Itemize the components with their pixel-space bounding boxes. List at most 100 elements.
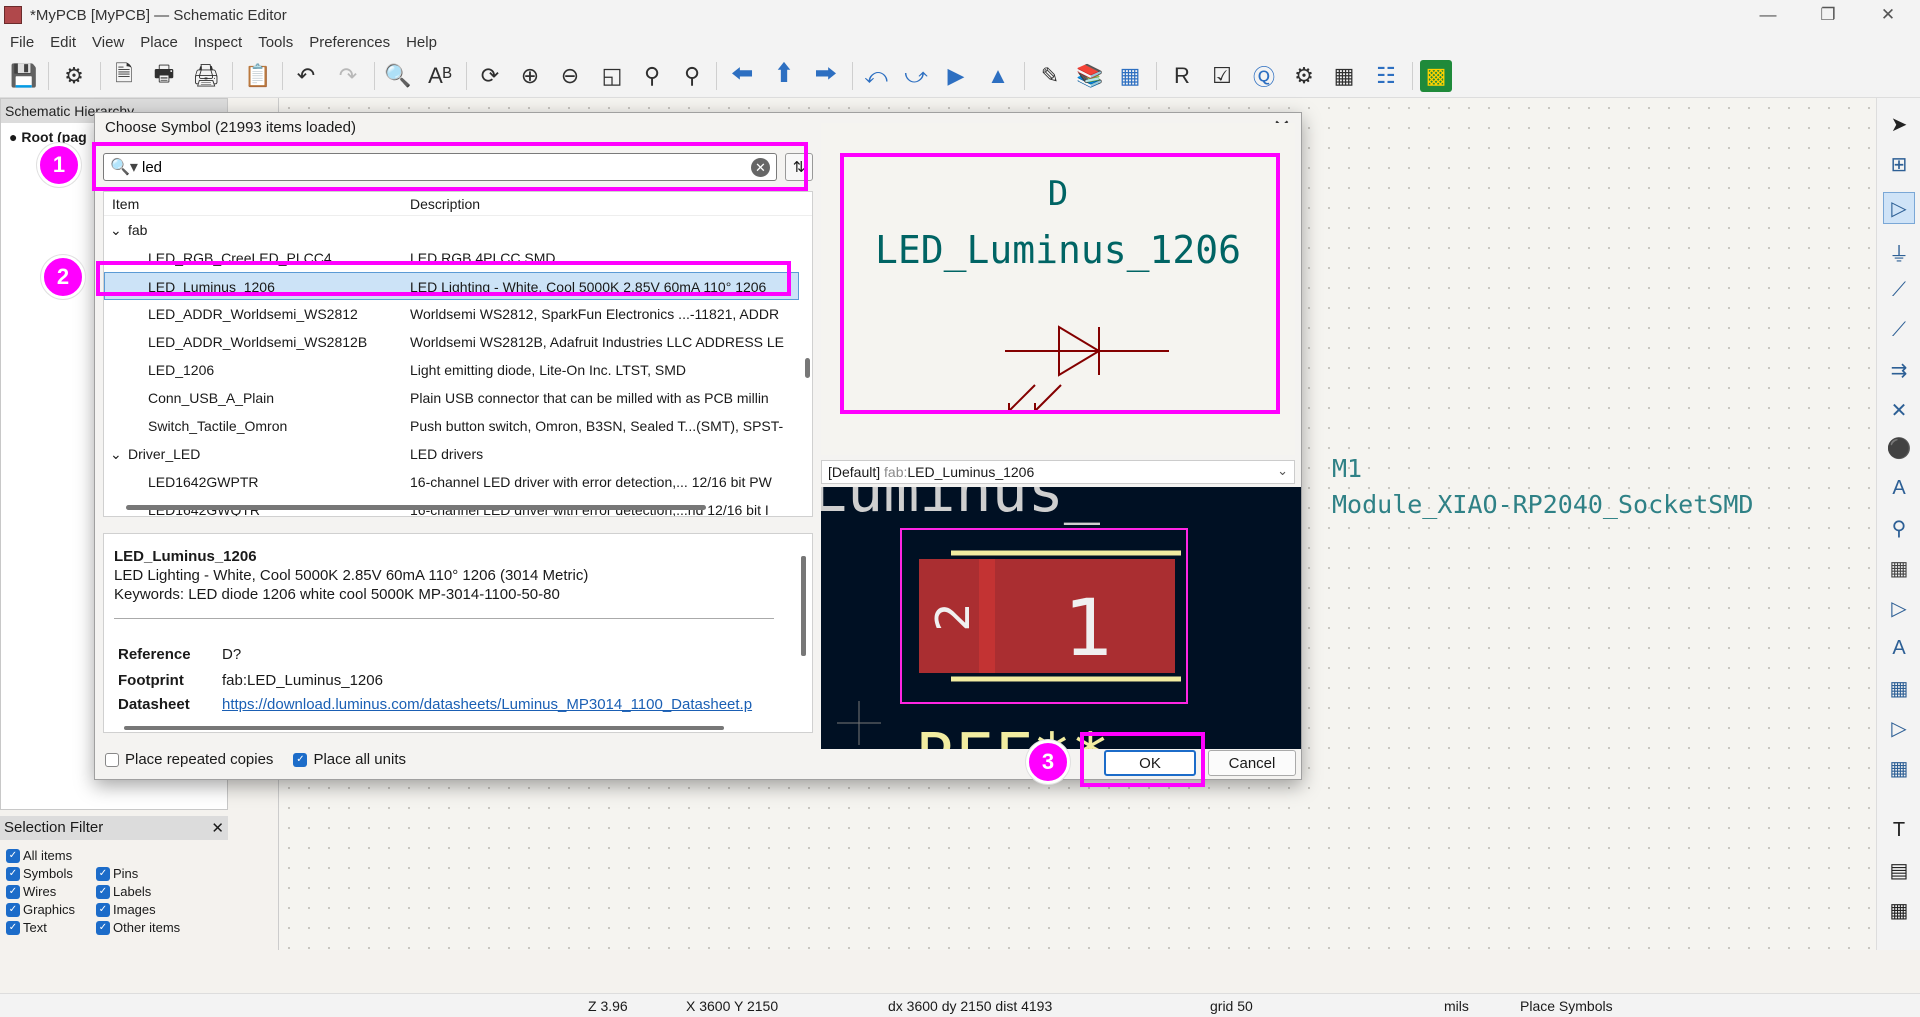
filter-text[interactable]: ✓ Text — [6, 920, 96, 935]
symbol-row[interactable]: Conn_USB_A_Plain Plain USB connector tha… — [104, 384, 799, 412]
find-icon[interactable]: 🔍 — [382, 60, 414, 92]
selection-filter-close-icon[interactable]: ✕ — [211, 819, 224, 837]
library-driver-led[interactable]: ⌄ Driver_LED LED drivers — [104, 440, 799, 468]
close-window-button[interactable]: ✕ — [1860, 0, 1916, 30]
assign-footprints-icon[interactable]: ⚙ — [1288, 60, 1320, 92]
print-icon[interactable]: 🖶 — [148, 60, 180, 92]
rotate-ccw-icon[interactable]: ⤺ — [860, 60, 892, 92]
junction-icon[interactable]: ⚫ — [1883, 432, 1915, 464]
menu-inspect[interactable]: Inspect — [194, 34, 242, 51]
navigate-up-icon[interactable]: 🠱 — [768, 60, 800, 92]
net-label-icon[interactable]: A — [1883, 472, 1915, 504]
navigate-forward-icon[interactable]: 🠲 — [810, 60, 842, 92]
tree-vertical-scrollbar[interactable] — [805, 358, 810, 378]
restore-button[interactable]: ❐ — [1800, 0, 1856, 30]
menu-place[interactable]: Place — [140, 34, 178, 51]
sheet-pin-icon[interactable]: ▦ — [1883, 752, 1915, 784]
library-fab[interactable]: ⌄ fab — [104, 216, 799, 244]
zoom-in-icon[interactable]: ⊕ — [514, 60, 546, 92]
schematic-setup-icon[interactable]: ⚙ — [58, 60, 90, 92]
symbol-editor-icon[interactable]: ✎ — [1034, 60, 1066, 92]
filter-images[interactable]: ✓ Images — [96, 902, 216, 917]
undo-icon[interactable]: ↶ — [290, 60, 322, 92]
menu-preferences[interactable]: Preferences — [309, 34, 390, 51]
add-table-icon[interactable]: ▦ — [1883, 894, 1915, 926]
pcb-editor-icon[interactable]: ▩ — [1420, 60, 1452, 92]
cancel-button[interactable]: Cancel — [1208, 750, 1296, 776]
details-horizontal-scrollbar[interactable] — [124, 726, 724, 730]
import-sheet-pin-icon[interactable]: ▷ — [1883, 712, 1915, 744]
ok-button[interactable]: OK — [1104, 750, 1196, 776]
filter-other-items[interactable]: ✓ Other items — [96, 920, 216, 935]
rule-area-icon[interactable]: ▦ — [1883, 552, 1915, 584]
filter-symbols[interactable]: ✓ Symbols — [6, 866, 96, 881]
chevron-down-icon[interactable]: ⌄ — [110, 222, 122, 239]
sort-icon[interactable]: ⇅ — [785, 153, 813, 181]
column-item[interactable]: Item — [112, 196, 139, 212]
clear-search-icon[interactable]: ✕ — [751, 158, 770, 177]
menu-view[interactable]: View — [92, 34, 124, 51]
search-icon[interactable]: 🔍▾ — [110, 157, 138, 177]
simulator-icon[interactable]: Ⓠ — [1248, 60, 1280, 92]
filter-wires[interactable]: ✓ Wires — [6, 884, 96, 899]
filter-all-items[interactable]: ✓ All items — [6, 848, 216, 863]
symbol-fields-table-icon[interactable]: ▦ — [1328, 60, 1360, 92]
net-class-icon[interactable]: ⚲ — [1883, 512, 1915, 544]
footprint-select[interactable]: [Default] fab:LED_Luminus_1206 ⌄ — [821, 460, 1295, 484]
mirror-v-icon[interactable]: ▶ — [940, 60, 972, 92]
tree-horizontal-scrollbar[interactable] — [126, 505, 706, 510]
bom-icon[interactable]: ☷ — [1370, 60, 1402, 92]
chevron-down-icon[interactable]: ⌄ — [1277, 463, 1288, 479]
mirror-h-icon[interactable]: ▲ — [982, 60, 1014, 92]
add-wire-icon[interactable]: ⟋ — [1883, 274, 1915, 306]
menu-help[interactable]: Help — [406, 34, 437, 51]
save-icon[interactable]: 💾 — [8, 60, 40, 92]
symbol-browser-icon[interactable]: 📚 — [1074, 60, 1106, 92]
add-textbox-icon[interactable]: ▤ — [1883, 854, 1915, 886]
paste-icon[interactable]: 📋 — [242, 60, 274, 92]
symbol-row[interactable]: LED_1206 Light emitting diode, Lite-On I… — [104, 356, 799, 384]
add-text-icon[interactable]: T — [1883, 814, 1915, 846]
refresh-icon[interactable]: ⟳ — [474, 60, 506, 92]
place-all-units-checkbox[interactable]: ✓ Place all units — [293, 751, 406, 768]
symbol-search-field[interactable]: 🔍▾ ✕ — [103, 153, 777, 181]
filter-pins[interactable]: ✓ Pins — [96, 866, 216, 881]
add-symbol-icon[interactable]: ▷ — [1883, 192, 1915, 224]
menu-file[interactable]: File — [10, 34, 34, 51]
zoom-selection-icon[interactable]: ⚲ — [676, 60, 708, 92]
no-connect-icon[interactable]: ✕ — [1883, 394, 1915, 426]
symbol-row[interactable]: LED_ADDR_Worldsemi_WS2812 Worldsemi WS28… — [104, 300, 799, 328]
navigate-back-icon[interactable]: 🠰 — [726, 60, 758, 92]
annotate-icon[interactable]: ▦ — [1114, 60, 1146, 92]
filter-labels[interactable]: ✓ Labels — [96, 884, 216, 899]
hier-label-icon[interactable]: A — [1883, 632, 1915, 664]
chevron-down-icon[interactable]: ⌄ — [110, 446, 122, 463]
m1-value-text[interactable]: Module_XIAO-RP2040_SocketSMD — [1332, 490, 1753, 519]
erc-icon[interactable]: ☑ — [1206, 60, 1238, 92]
page-settings-icon[interactable]: 🗎 — [108, 60, 140, 92]
filter-graphics[interactable]: ✓ Graphics — [6, 902, 96, 917]
details-vertical-scrollbar[interactable] — [801, 556, 806, 656]
find-replace-icon[interactable]: Aᴮ — [424, 60, 456, 92]
annotate-schematic-icon[interactable]: R — [1166, 60, 1198, 92]
place-repeated-copies-checkbox[interactable]: Place repeated copies — [105, 751, 273, 768]
column-description[interactable]: Description — [410, 196, 480, 212]
rotate-cw-icon[interactable]: ⤻ — [900, 60, 932, 92]
zoom-objects-icon[interactable]: ⚲ — [636, 60, 668, 92]
symbol-row[interactable]: LED_ADDR_Worldsemi_WS2812B Worldsemi WS2… — [104, 328, 799, 356]
datasheet-link[interactable]: https://download.luminus.com/datasheets/… — [222, 696, 752, 713]
symbol-row[interactable]: Switch_Tactile_Omron Push button switch,… — [104, 412, 799, 440]
bus-entry-icon[interactable]: ⇉ — [1883, 354, 1915, 386]
symbol-row[interactable]: LED1642GWPTR 16-channel LED driver with … — [104, 468, 799, 496]
search-input[interactable] — [142, 157, 722, 177]
symbol-row[interactable]: LED_RGB_CreeLED_PLCC4 LED RGB 4PLCC SMD — [104, 244, 799, 272]
zoom-fit-icon[interactable]: ◱ — [596, 60, 628, 92]
highlight-net-icon[interactable]: ⊞ — [1883, 148, 1915, 180]
menu-edit[interactable]: Edit — [50, 34, 76, 51]
symbol-row-selected[interactable]: LED_Luminus_1206 LED Lighting - White, C… — [104, 272, 799, 300]
zoom-out-icon[interactable]: ⊖ — [554, 60, 586, 92]
redo-icon[interactable]: ↷ — [332, 60, 364, 92]
add-power-icon[interactable]: ⏚ — [1883, 236, 1915, 268]
hier-sheet-icon[interactable]: ▦ — [1883, 672, 1915, 704]
menu-tools[interactable]: Tools — [258, 34, 293, 51]
